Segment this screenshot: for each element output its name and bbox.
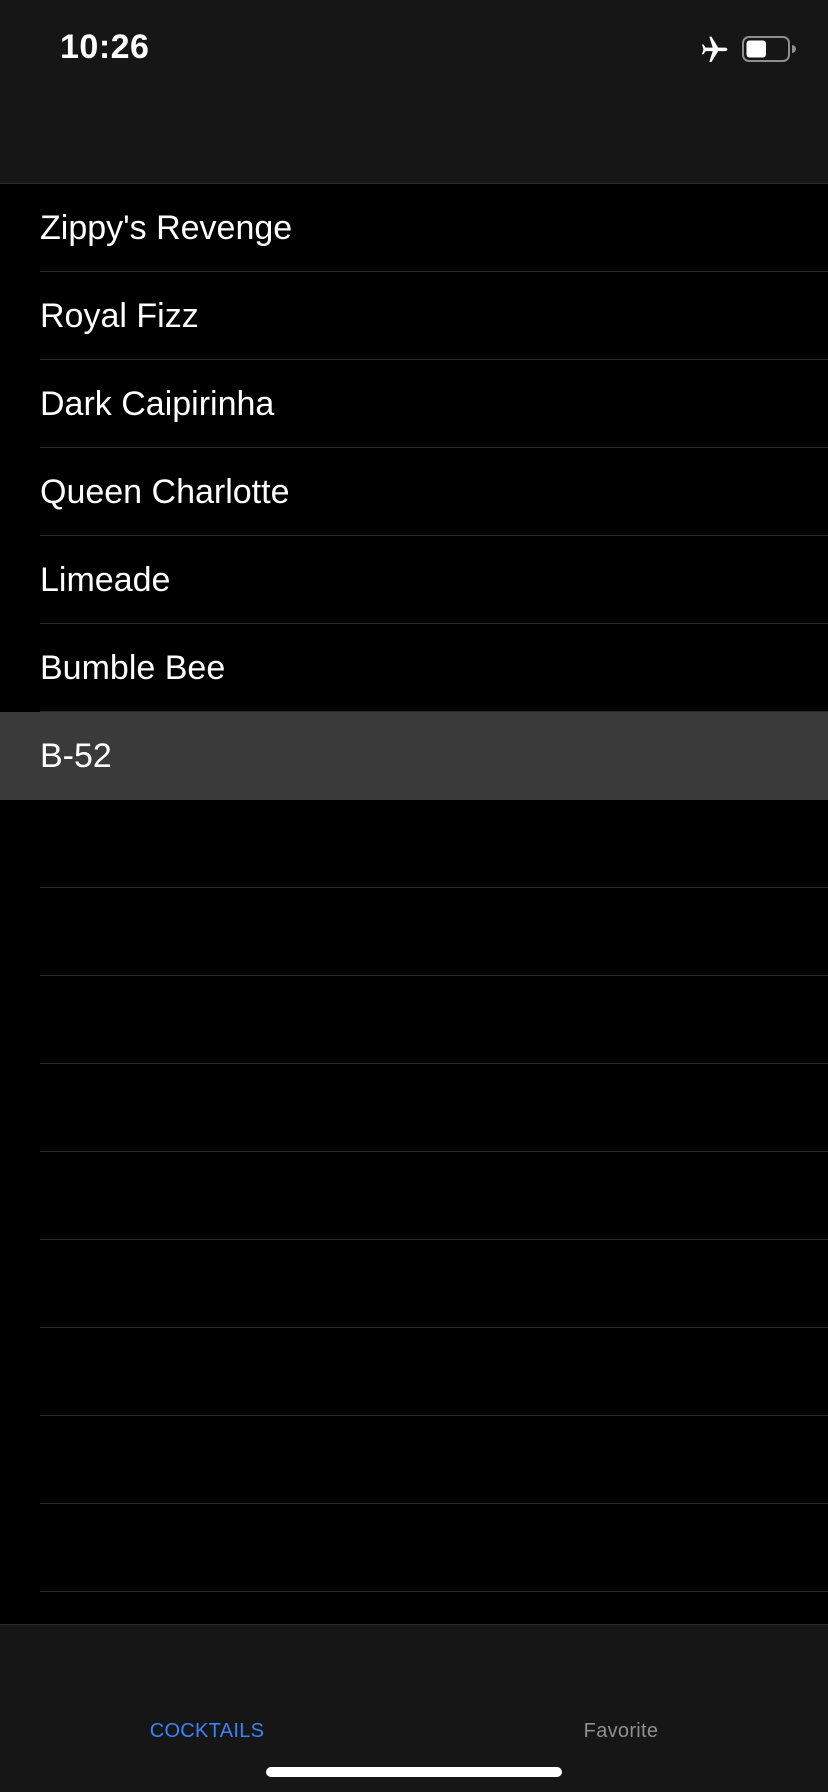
list-item-label: Zippy's Revenge [40,209,293,247]
status-time: 10:26 [60,28,150,66]
list-item[interactable]: Zippy's Revenge [0,184,828,272]
empty-row [0,1504,828,1592]
empty-row [0,1064,828,1152]
list-item-label: Queen Charlotte [40,473,290,511]
list-item[interactable]: Limeade [0,536,828,624]
battery-icon [742,36,796,62]
app-screen: 10:26 Zippy's Revenge Royal Fizz Dark Ca… [0,0,828,1792]
tab-favorite[interactable]: Favorite [414,1625,828,1743]
list-item-label: B-52 [40,737,112,775]
cocktail-list: Zippy's Revenge Royal Fizz Dark Caipirin… [0,184,828,1680]
empty-row [0,1152,828,1240]
empty-row [0,888,828,976]
list-item[interactable]: Dark Caipirinha [0,360,828,448]
list-item[interactable]: Royal Fizz [0,272,828,360]
list-item-label: Bumble Bee [40,649,226,687]
empty-row [0,1416,828,1504]
tab-cocktails-label: COCKTAILS [149,1720,265,1742]
battery-level-fill [746,40,766,58]
status-and-nav-bar: 10:26 [0,0,828,184]
list-item-selected[interactable]: B-52 [0,712,828,800]
list-item[interactable]: Queen Charlotte [0,448,828,536]
empty-row [0,1328,828,1416]
empty-row [0,976,828,1064]
list-item-label: Dark Caipirinha [40,385,275,423]
list-item-label: Limeade [40,561,171,599]
empty-row [0,800,828,888]
tab-cocktails[interactable]: COCKTAILS [0,1625,414,1743]
empty-row [0,1240,828,1328]
airplane-icon [702,36,728,62]
home-indicator[interactable] [266,1767,562,1777]
list-item-label: Royal Fizz [40,297,199,335]
list-item[interactable]: Bumble Bee [0,624,828,712]
tab-favorite-label: Favorite [583,1720,659,1742]
tab-bar: COCKTAILS Favorite [0,1624,828,1792]
